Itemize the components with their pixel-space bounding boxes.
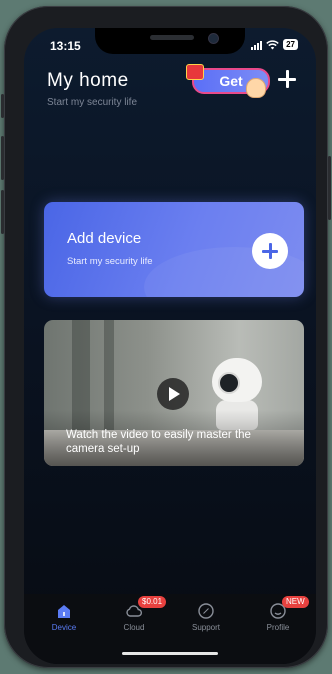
setup-video-card[interactable]: Watch the video to easily master the cam… (44, 320, 304, 466)
home-icon (58, 605, 70, 618)
tab-support-label: Support (191, 623, 221, 632)
battery-indicator: 27 (283, 39, 298, 50)
tab-cloud-label: Cloud (123, 623, 145, 632)
promo-get-button[interactable]: Get (186, 64, 278, 98)
front-camera (208, 33, 219, 44)
wifi-icon (266, 39, 279, 49)
speaker (150, 35, 194, 40)
tab-support[interactable]: Support (176, 602, 236, 632)
mute-switch (1, 94, 4, 118)
pointing-hand-icon (246, 78, 266, 98)
add-device-title: Add device (67, 230, 142, 247)
tab-profile[interactable]: Profile NEW (248, 596, 309, 632)
status-time: 13:15 (50, 39, 81, 53)
phone-frame: 13:15 27 My home Start my security life … (1, 6, 331, 668)
video-caption: Watch the video to easily master the cam… (66, 429, 251, 455)
gift-icon (186, 64, 204, 80)
power-button (328, 156, 331, 220)
tab-device[interactable]: Device (34, 602, 94, 632)
add-device-card[interactable]: Add device Start my security life (44, 202, 304, 297)
home-indicator[interactable] (122, 652, 218, 655)
page-subtitle: Start my security life (47, 97, 138, 108)
tab-device-label: Device (51, 623, 77, 632)
compass-icon (198, 603, 214, 619)
page-title: My home (47, 70, 129, 91)
volume-up-button (1, 136, 4, 180)
tab-cloud[interactable]: Cloud $0.01 (104, 596, 167, 632)
cloud-price-badge: $0.01 (138, 596, 167, 608)
volume-down-button (1, 190, 4, 234)
camera-head (212, 358, 262, 402)
status-icons: 27 (251, 39, 298, 50)
add-icon[interactable] (276, 68, 298, 90)
add-device-subtitle: Start my security life (67, 256, 153, 267)
profile-new-badge: NEW (282, 596, 309, 608)
notch (95, 28, 245, 54)
play-icon[interactable] (157, 378, 189, 410)
signal-icon (251, 40, 263, 50)
add-device-plus-button[interactable] (252, 233, 288, 269)
tab-profile-label: Profile (266, 623, 290, 632)
camera-lens-icon (218, 372, 240, 394)
app-screen: 13:15 27 My home Start my security life … (24, 28, 316, 664)
